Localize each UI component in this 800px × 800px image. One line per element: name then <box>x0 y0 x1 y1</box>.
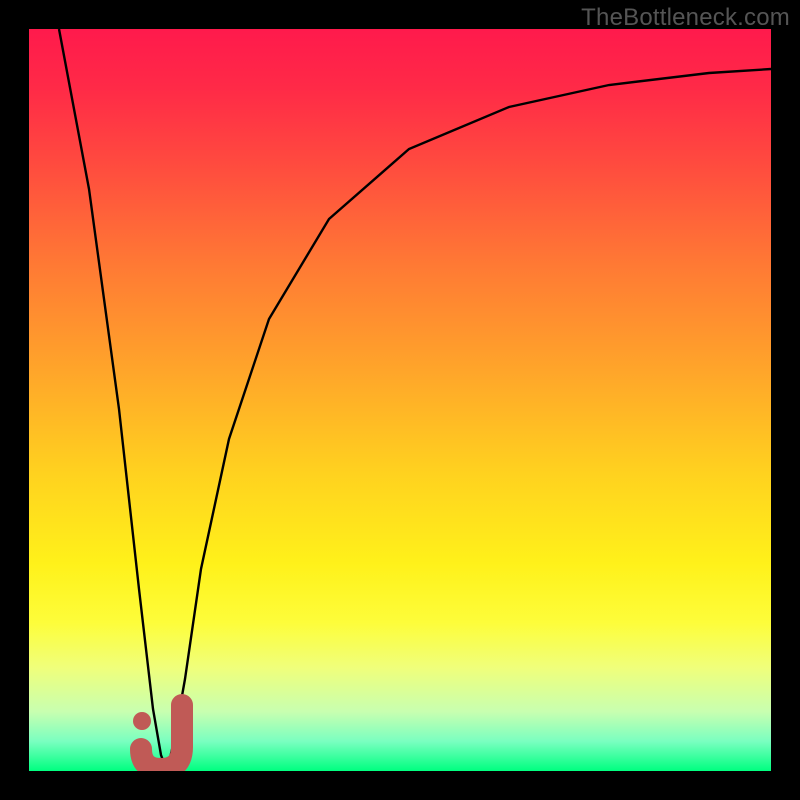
chart-frame: TheBottleneck.com <box>0 0 800 800</box>
watermark-text: TheBottleneck.com <box>581 4 790 32</box>
optimal-marker <box>29 29 771 771</box>
marker-dot <box>133 712 151 730</box>
plot-area <box>29 29 771 771</box>
